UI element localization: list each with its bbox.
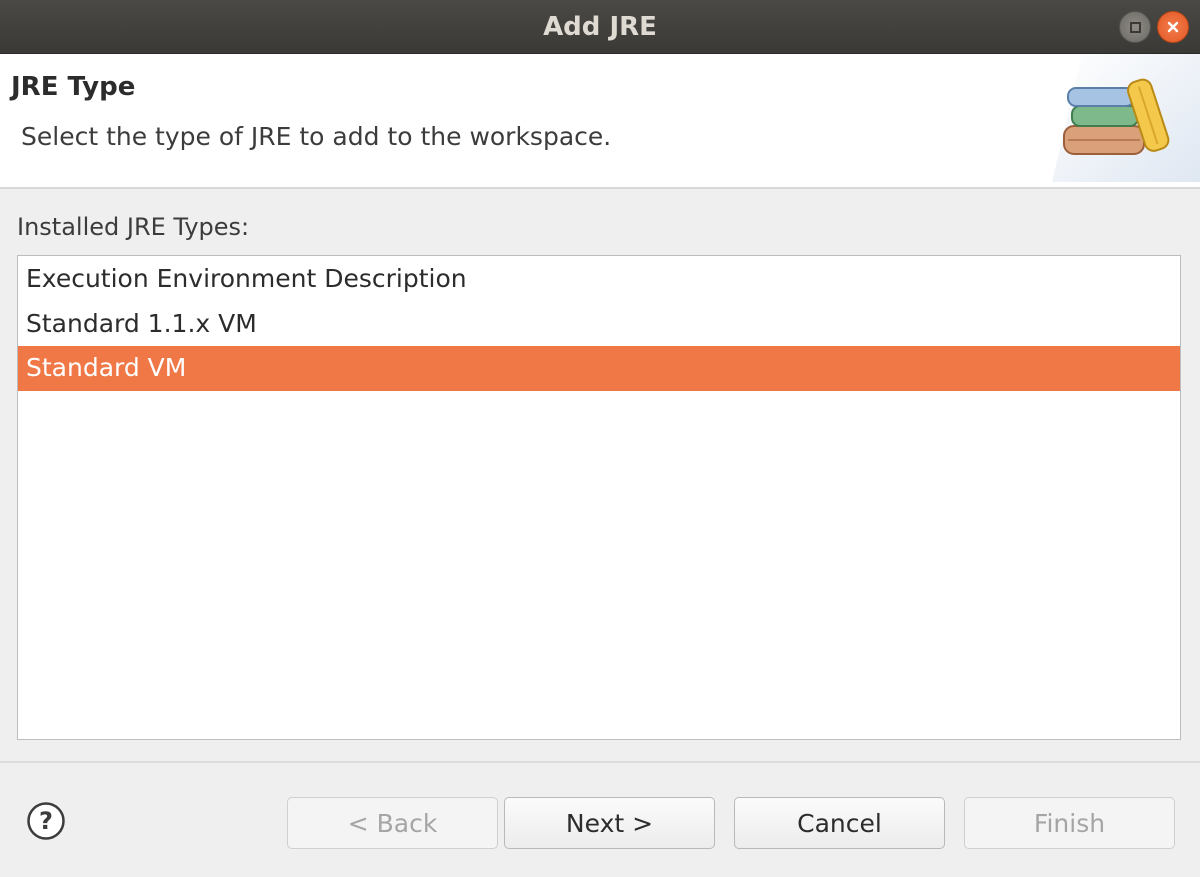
help-icon[interactable]: ? [26, 801, 66, 841]
wizard-header: JRE Type Select the type of JRE to add t… [0, 54, 1200, 189]
page-description: Select the type of JRE to add to the wor… [21, 122, 612, 151]
jre-type-list[interactable]: Execution Environment Description Standa… [17, 255, 1181, 740]
cancel-button[interactable]: Cancel [734, 797, 945, 849]
list-item-standard-1-1-x-vm[interactable]: Standard 1.1.x VM [18, 302, 1180, 347]
svg-text:?: ? [39, 807, 53, 835]
back-button[interactable]: < Back [287, 797, 498, 849]
list-item-execution-environment-description[interactable]: Execution Environment Description [18, 257, 1180, 302]
window-titlebar: Add JRE [0, 0, 1200, 54]
page-title: JRE Type [11, 72, 136, 102]
next-button[interactable]: Next > [504, 797, 715, 849]
footer-separator [0, 761, 1200, 763]
list-item-standard-vm[interactable]: Standard VM [18, 346, 1180, 391]
installed-jre-types-label: Installed JRE Types: [17, 213, 250, 241]
close-icon[interactable] [1157, 11, 1189, 43]
maximize-icon[interactable] [1119, 11, 1151, 43]
finish-button[interactable]: Finish [964, 797, 1175, 849]
books-icon [1052, 54, 1200, 182]
window-title: Add JRE [543, 11, 657, 42]
